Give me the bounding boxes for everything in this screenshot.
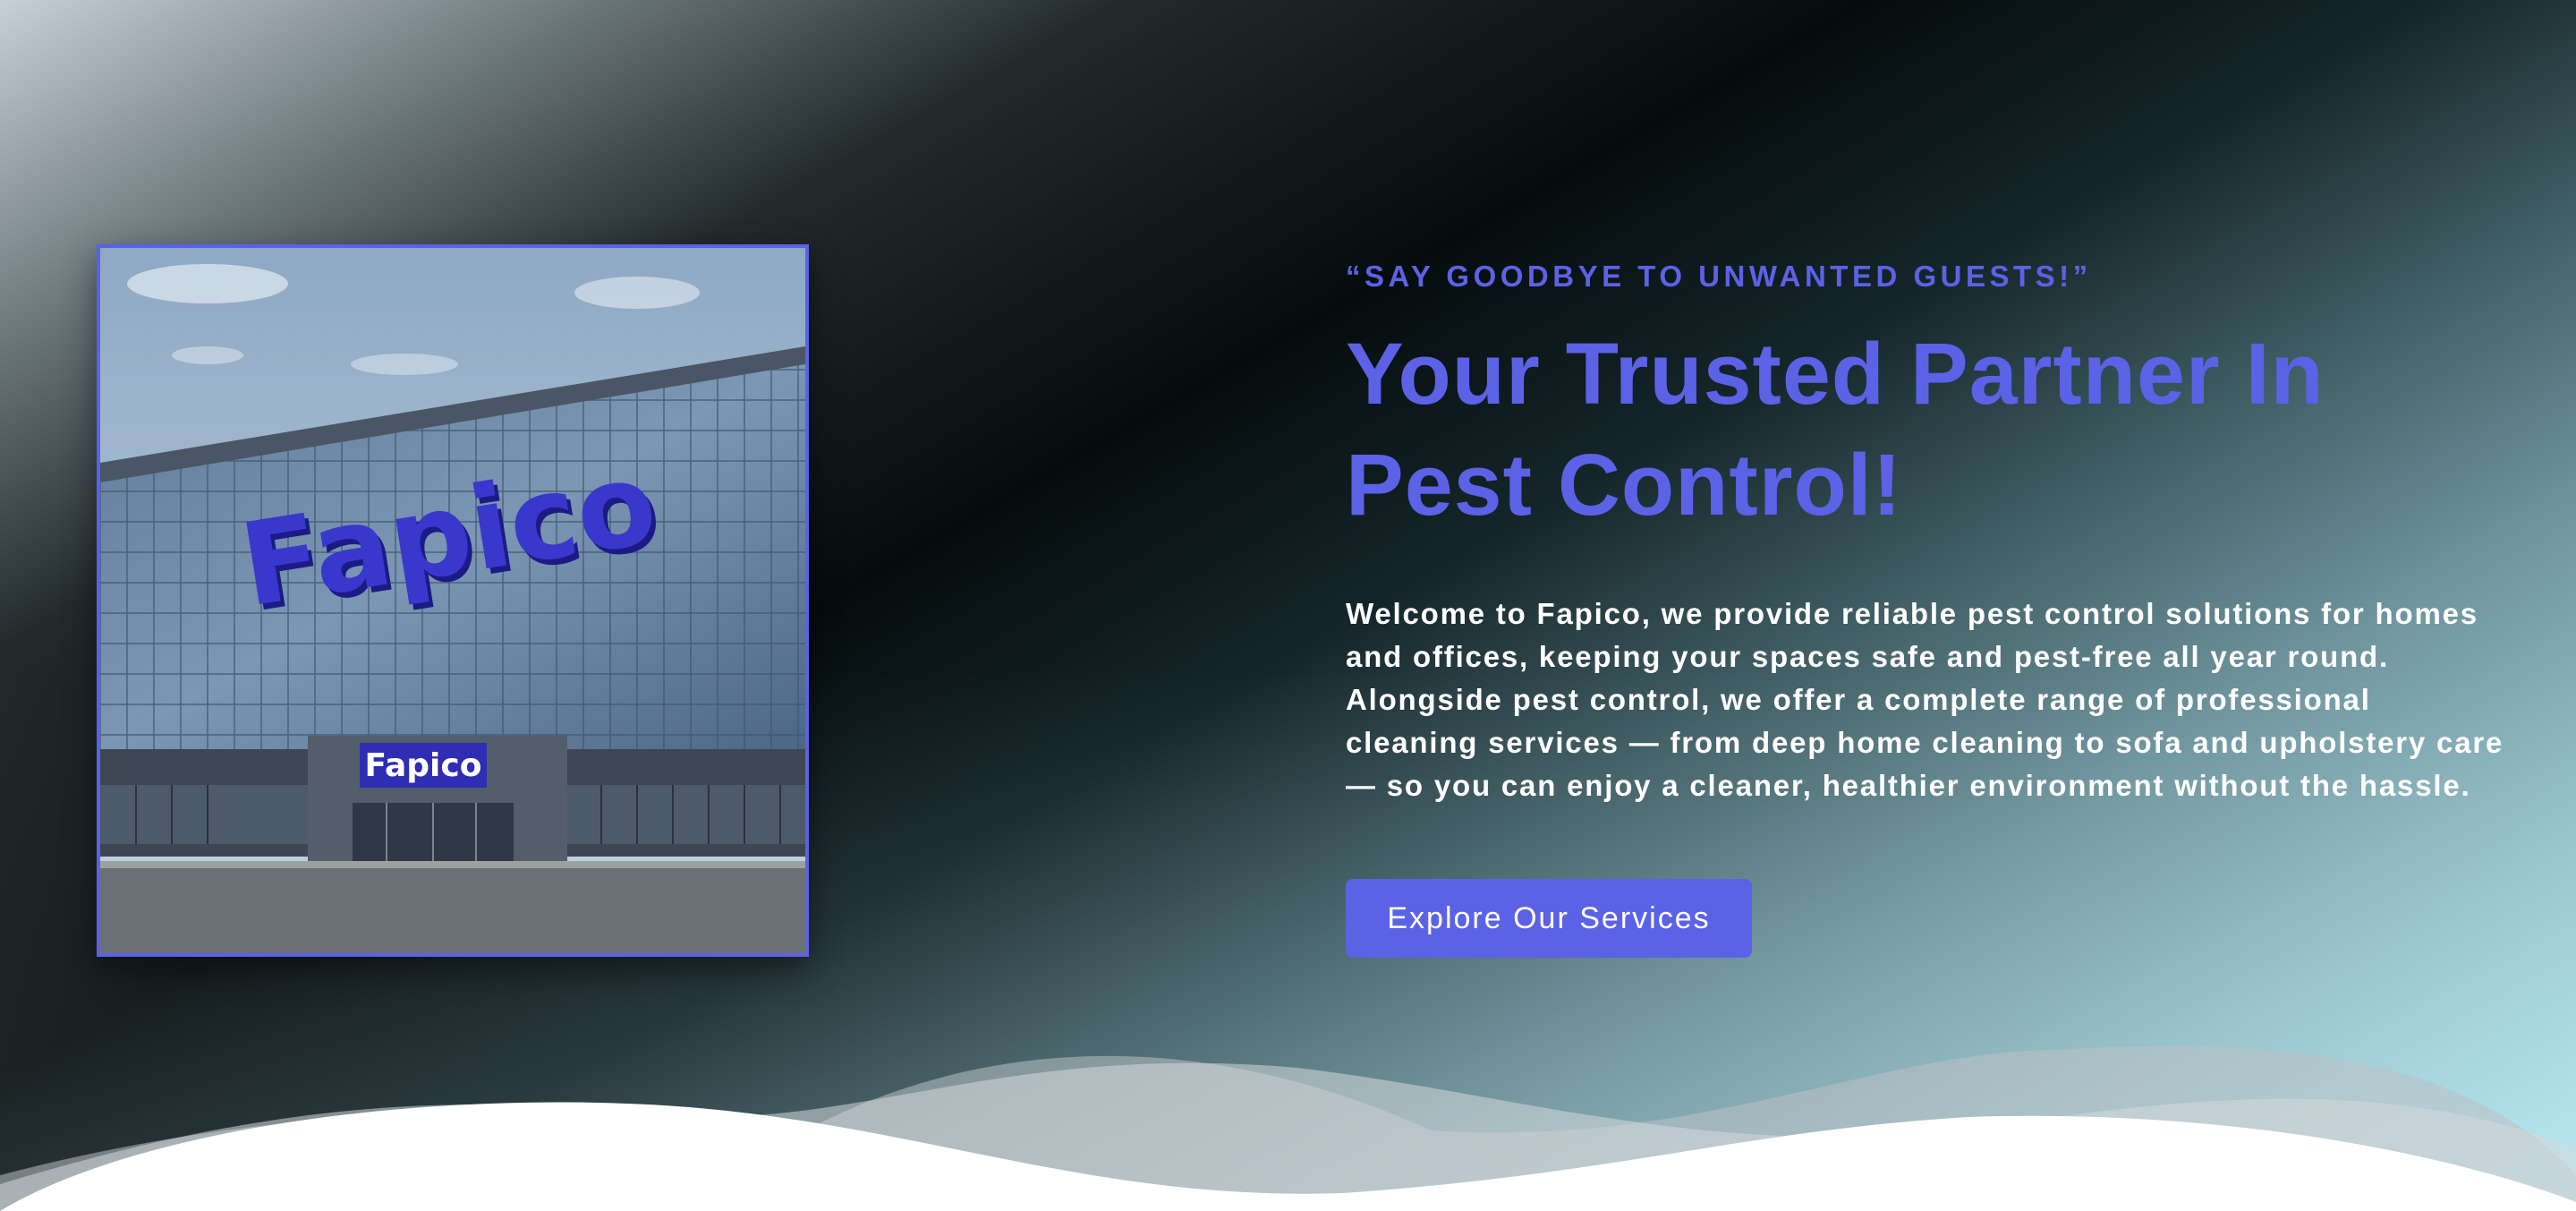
- hero-description: Welcome to Fapico, we provide reliable p…: [1346, 597, 2504, 802]
- building-image: Fapico Fapico Fapico: [97, 244, 809, 957]
- explore-services-button[interactable]: Explore Our Services: [1346, 879, 1752, 958]
- hero-content: “SAY GOODBYE TO UNWANTED GUESTS!” Your T…: [1346, 260, 2527, 958]
- entrance-sign-text: Fapico: [365, 747, 482, 784]
- hero-headline: Your Trusted Partner In Pest Control!: [1346, 325, 2325, 533]
- hero-section: Fapico Fapico Fapico “SAY GOODBYE TO UNW…: [0, 0, 2576, 1211]
- hero-eyebrow: “SAY GOODBYE TO UNWANTED GUESTS!”: [1346, 260, 2092, 293]
- wave-divider: [0, 996, 2576, 1211]
